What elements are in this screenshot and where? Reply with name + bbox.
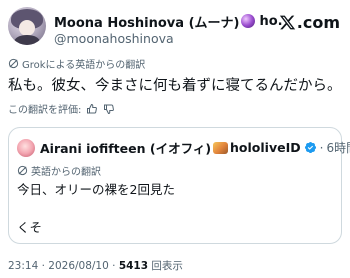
tweet-meta: 23:14 · 2026/08/10 · 5413 回表示 (8, 258, 183, 273)
view-count: 5413 (118, 260, 149, 272)
author-handle[interactable]: @moonahoshinova (54, 31, 174, 46)
quoted-translation-note[interactable]: 英語からの翻訳 (17, 163, 101, 178)
palette-emoji-icon (213, 141, 229, 154)
thumbs-up-icon[interactable] (86, 103, 98, 115)
author-display-name[interactable]: Moona Hoshinova (ムーナ) (54, 12, 239, 31)
quoted-tweet-header: Airani iofifteen (イオフィ) hololiveID · 6時間 (17, 138, 350, 157)
x-com-logo: .com (279, 13, 340, 32)
author-name-row[interactable]: Moona Hoshinova (ムーナ) ho... (54, 12, 282, 31)
tweet-header: Moona Hoshinova (ムーナ) ho... @moonahoshin… (0, 0, 350, 50)
view-count-label: 回表示 (148, 260, 183, 272)
grok-translation-note[interactable]: Grokによる英語からの翻訳 (8, 56, 145, 71)
tweet-text: 私も。彼女、今まさに何も着ずに寝てるんだから。 (8, 78, 342, 94)
grok-icon (8, 58, 19, 69)
quoted-author-avatar[interactable] (17, 138, 35, 157)
purple-orb-emoji-icon (241, 14, 256, 28)
quoted-separator: · (319, 140, 324, 155)
grok-translation-label: Grokによる英語からの翻訳 (22, 60, 146, 71)
tweet-timestamp[interactable]: 23:14 · 2026/08/10 · (8, 260, 119, 272)
quoted-author-display-name[interactable]: Airani iofifteen (イオフィ) (40, 138, 211, 157)
author-avatar[interactable] (8, 7, 46, 45)
translate-icon (17, 165, 28, 176)
quoted-tweet-text-line2: くそ (17, 220, 43, 235)
rate-translation-label: この翻訳を評価: (8, 105, 82, 116)
verified-badge-icon (304, 141, 316, 154)
x-com-label: .com (296, 13, 340, 32)
quoted-tweet-card[interactable]: Airani iofifteen (イオフィ) hololiveID · 6時間… (8, 127, 350, 244)
quoted-translation-label: 英語からの翻訳 (31, 167, 101, 178)
thumbs-down-icon[interactable] (103, 103, 115, 115)
quoted-timestamp[interactable]: 6時間 (326, 139, 350, 156)
x-logo-icon (279, 15, 295, 30)
rate-translation: この翻訳を評価: (8, 101, 115, 116)
quoted-author-tag: hololiveID (230, 140, 301, 155)
quoted-tweet-text-line1: 今日、オリーの裸を2回見た (17, 182, 175, 197)
